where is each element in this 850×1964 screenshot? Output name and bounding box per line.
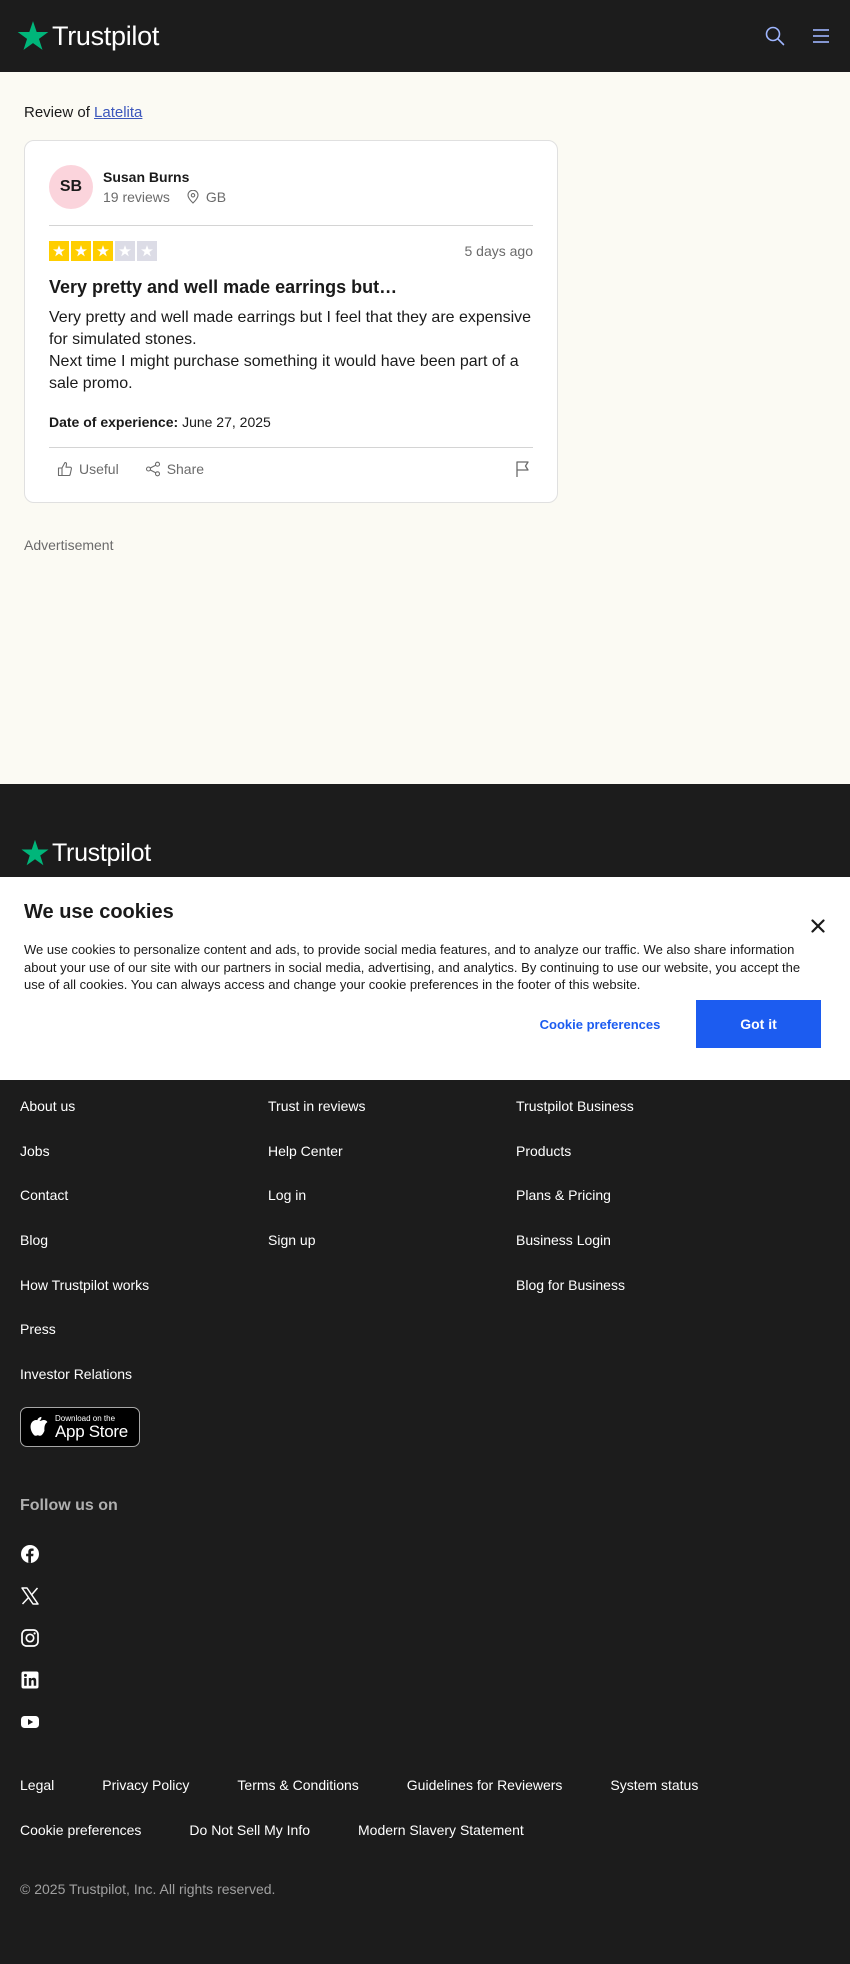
footer-link[interactable]: How Trustpilot works — [20, 1276, 149, 1321]
review-body-paragraph: Next time I might purchase something it … — [49, 353, 519, 392]
trustpilot-star-icon — [17, 21, 49, 50]
reviewer-info[interactable]: SB Susan Burns 19 reviews GB — [49, 165, 226, 209]
useful-button[interactable]: Useful — [49, 461, 127, 477]
footer-link[interactable]: Products — [516, 1142, 634, 1187]
reviewer-location: GB — [205, 189, 227, 205]
star-rating — [49, 241, 157, 261]
advertisement-label: Advertisement — [24, 537, 114, 553]
star-empty-icon — [115, 241, 135, 261]
footer-column-business: Trustpilot Business Products Plans & Pri… — [516, 1097, 634, 1320]
flag-icon[interactable] — [513, 459, 533, 479]
review-title[interactable]: Very pretty and well made earrings but… — [49, 277, 397, 298]
divider — [49, 447, 533, 448]
youtube-icon[interactable] — [20, 1712, 40, 1732]
close-icon[interactable] — [808, 916, 828, 936]
accept-cookies-button[interactable]: Got it — [696, 1000, 821, 1048]
cookie-text: We use cookies to personalize content an… — [24, 942, 801, 992]
footer-link[interactable]: Press — [20, 1320, 149, 1365]
footer-link[interactable]: Trustpilot Business — [516, 1097, 634, 1142]
review-of-prefix: Review of — [24, 104, 90, 121]
review-date: 5 days ago — [464, 243, 534, 259]
trustpilot-star-icon — [21, 839, 49, 866]
facebook-icon[interactable] — [20, 1544, 40, 1564]
footer-link[interactable]: Contact — [20, 1186, 149, 1231]
main-content: Review of Latelita SB Susan Burns 19 rev… — [0, 72, 850, 784]
footer-link[interactable]: Sign up — [268, 1231, 366, 1276]
legal-link[interactable]: Modern Slavery Statement — [358, 1822, 524, 1838]
footer-column-community: Trust in reviews Help Center Log in Sign… — [268, 1097, 366, 1276]
review-actions: Useful Share — [49, 459, 533, 479]
copyright: © 2025 Trustpilot, Inc. All rights reser… — [20, 1881, 276, 1897]
search-icon[interactable] — [762, 23, 788, 49]
footer-link[interactable]: Plans & Pricing — [516, 1186, 634, 1231]
trustpilot-logo[interactable]: Trustpilot — [16, 19, 159, 53]
legal-link[interactable]: Do Not Sell My Info — [189, 1822, 310, 1838]
app-store-big-text: App Store — [55, 1421, 128, 1441]
legal-links-row: Cookie preferences Do Not Sell My Info M… — [20, 1822, 524, 1838]
footer-link[interactable]: Log in — [268, 1186, 366, 1231]
footer-link[interactable]: Help Center — [268, 1142, 366, 1187]
footer-link[interactable]: Blog — [20, 1231, 149, 1276]
share-icon — [145, 461, 160, 477]
cookie-title: We use cookies — [24, 901, 174, 923]
x-icon[interactable] — [20, 1586, 40, 1606]
star-empty-icon — [137, 241, 157, 261]
apple-icon — [30, 1416, 48, 1436]
star-filled-icon — [71, 241, 91, 261]
linkedin-icon[interactable] — [20, 1670, 40, 1690]
footer-column-about: About us Jobs Contact Blog How Trustpilo… — [20, 1097, 149, 1410]
footer-link[interactable]: Investor Relations — [20, 1365, 149, 1410]
follow-us-label: Follow us on — [20, 1497, 118, 1514]
avatar: SB — [49, 165, 93, 209]
legal-links-row: Legal Privacy Policy Terms & Conditions … — [20, 1777, 698, 1793]
divider — [49, 225, 533, 226]
footer-link[interactable]: Trust in reviews — [268, 1097, 366, 1142]
instagram-icon[interactable] — [20, 1628, 40, 1648]
footer-logo-text: Trustpilot — [52, 838, 151, 867]
footer-link[interactable]: Jobs — [20, 1142, 149, 1187]
review-card: SB Susan Burns 19 reviews GB 5 days ago … — [24, 140, 558, 503]
legal-link[interactable]: Guidelines for Reviewers — [407, 1777, 563, 1793]
date-of-experience: Date of experience: June 27, 2025 — [49, 414, 271, 430]
share-button[interactable]: Share — [137, 461, 212, 477]
legal-link[interactable]: Cookie preferences — [20, 1822, 141, 1838]
top-navigation-bar: Trustpilot — [0, 0, 850, 72]
legal-link[interactable]: Legal — [20, 1777, 54, 1793]
logo-text: Trustpilot — [52, 20, 160, 51]
legal-link[interactable]: Terms & Conditions — [237, 1777, 358, 1793]
legal-link[interactable]: System status — [610, 1777, 698, 1793]
cookie-preferences-button[interactable]: Cookie preferences — [520, 1000, 680, 1048]
business-link[interactable]: Latelita — [94, 104, 142, 121]
reviewer-name: Susan Burns — [103, 169, 190, 185]
star-filled-icon — [93, 241, 113, 261]
menu-icon[interactable] — [808, 23, 834, 49]
footer-link[interactable]: Blog for Business — [516, 1276, 634, 1321]
footer-link[interactable]: About us — [20, 1097, 149, 1142]
review-body: Very pretty and well made earrings but I… — [49, 307, 539, 395]
thumbs-up-icon — [57, 461, 72, 477]
footer-link[interactable]: Business Login — [516, 1231, 634, 1276]
useful-label: Useful — [79, 461, 119, 477]
share-label: Share — [166, 461, 205, 477]
review-of-line: Review of Latelita — [24, 104, 142, 121]
cookie-banner: We use cookies We use cookies to persona… — [0, 877, 850, 1080]
experience-date: June 27, 2025 — [182, 414, 271, 430]
location-pin-icon — [187, 190, 199, 204]
legal-link[interactable]: Privacy Policy — [102, 1777, 189, 1793]
star-filled-icon — [49, 241, 69, 261]
review-body-paragraph: Very pretty and well made earrings but I… — [49, 309, 532, 348]
app-store-badge[interactable]: Download on the App Store — [20, 1407, 140, 1447]
footer-logo[interactable]: Trustpilot — [20, 838, 151, 868]
experience-label: Date of experience: — [49, 414, 179, 430]
reviewer-reviews-count: 19 reviews — [103, 189, 170, 205]
